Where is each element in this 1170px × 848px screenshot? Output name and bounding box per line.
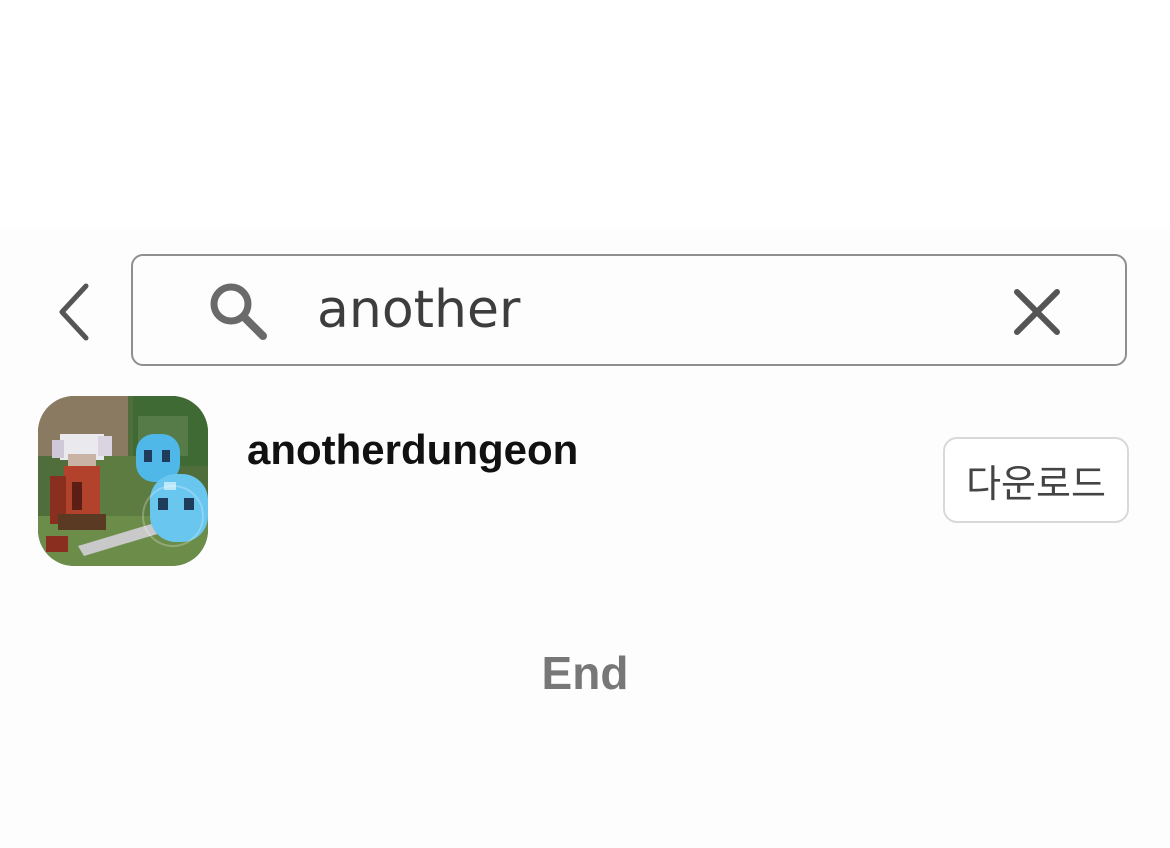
end-of-list-label: End: [541, 647, 629, 699]
list-item[interactable]: anotherdungeon 다운로드: [0, 390, 1170, 570]
close-icon: [1014, 289, 1060, 335]
chevron-left-icon: [59, 283, 89, 341]
search-bar[interactable]: [131, 254, 1127, 366]
download-button[interactable]: 다운로드: [943, 437, 1129, 523]
game-app-icon[interactable]: [38, 396, 208, 566]
status-area: [0, 0, 1170, 228]
clear-search-button[interactable]: [1007, 282, 1067, 342]
app-name: anotherdungeon: [247, 426, 579, 473]
search-icon: [210, 283, 267, 340]
search-input[interactable]: [317, 274, 937, 346]
back-button[interactable]: [44, 276, 104, 348]
